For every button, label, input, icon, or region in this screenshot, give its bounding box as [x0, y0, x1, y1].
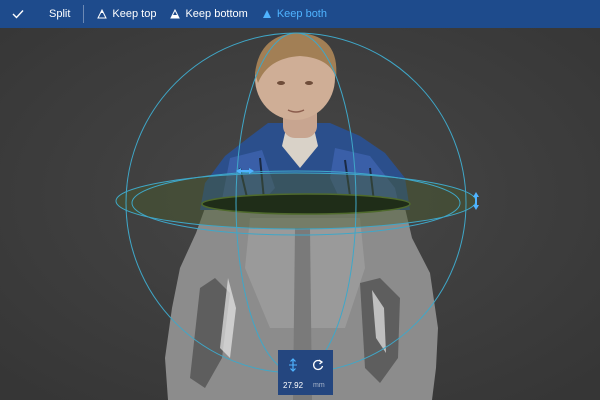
reset-button[interactable]	[307, 354, 329, 376]
toolbar-divider	[83, 5, 85, 23]
top-toolbar: Split Keep top Keep bottom Keep both	[0, 0, 600, 28]
3d-viewport[interactable]	[0, 28, 600, 400]
cutting-plane[interactable]	[115, 172, 477, 230]
checkmark-icon	[12, 10, 24, 19]
keep-top-icon	[97, 9, 108, 19]
split-label: Split	[49, 8, 71, 20]
keep-top-label: Keep top	[112, 8, 157, 20]
scene-canvas	[0, 28, 600, 400]
keep-bottom-button[interactable]: Keep bottom	[163, 0, 254, 28]
keep-bottom-label: Keep bottom	[185, 8, 248, 20]
offset-panel: 27.92 mm	[278, 350, 333, 395]
rotate-reset-icon	[313, 359, 324, 371]
keep-top-button[interactable]: Keep top	[90, 0, 163, 28]
vertical-move-icon	[289, 358, 297, 372]
keep-both-icon	[262, 10, 271, 18]
keep-both-button[interactable]: Keep both	[255, 0, 334, 28]
offset-unit: mm	[313, 382, 325, 389]
keep-both-label: Keep both	[276, 8, 327, 20]
move-plane-button[interactable]	[282, 354, 304, 376]
keep-bottom-icon	[170, 9, 181, 19]
offset-value[interactable]: 27.92	[283, 381, 303, 390]
split-button[interactable]: Split	[42, 0, 77, 28]
confirm-button[interactable]	[0, 0, 32, 28]
